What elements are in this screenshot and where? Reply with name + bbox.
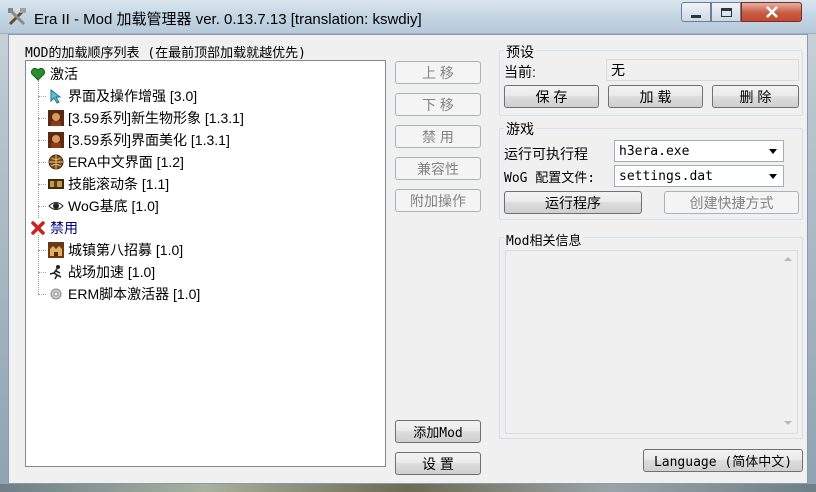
chevron-down-icon xyxy=(769,174,777,179)
tree-item-label: [3.59系列]界面美化 [1.3.1] xyxy=(68,132,230,148)
preset-current-field: 无 xyxy=(606,59,799,81)
running-man-icon xyxy=(49,265,62,280)
creature-portrait-icon xyxy=(48,132,64,148)
mod-tree[interactable]: 激活 界面及操作增强 [3.0] [3.59系列]新生物形象 [1.3.1] [… xyxy=(25,60,386,467)
mod-info-text[interactable] xyxy=(505,250,798,434)
preset-title: 预设 xyxy=(504,42,536,62)
create-shortcut-button[interactable]: 创建快捷方式 xyxy=(664,191,799,214)
minimize-icon xyxy=(691,14,701,18)
tree-item-label: ERA中文界面 [1.2] xyxy=(68,154,184,170)
game-title: 游戏 xyxy=(504,119,536,139)
desktop-background xyxy=(0,484,816,492)
tree-item[interactable]: ERM脚本激活器 [1.0] xyxy=(48,283,200,305)
tree-item-label: ERM脚本激活器 [1.0] xyxy=(68,286,201,302)
creature-portrait-icon xyxy=(48,110,64,126)
tree-item-label: 界面及操作增强 [3.0] xyxy=(68,88,198,104)
tree-item[interactable]: 界面及操作增强 [3.0] xyxy=(48,85,197,107)
tree-item[interactable]: [3.59系列]界面美化 [1.3.1] xyxy=(48,129,230,151)
globe-icon xyxy=(48,154,64,170)
tree-item[interactable]: 战场加速 [1.0] xyxy=(48,261,155,283)
scroll-down-icon[interactable] xyxy=(784,421,792,425)
config-select[interactable]: settings.dat xyxy=(614,165,784,187)
add-mod-button[interactable]: 添加Mod xyxy=(395,420,481,443)
crossed-tools-icon xyxy=(8,8,26,26)
preset-load-button[interactable]: 加 载 xyxy=(608,85,703,108)
language-button[interactable]: Language (简体中文) xyxy=(643,449,803,472)
tree-group-label: 激活 xyxy=(50,66,78,82)
move-up-button[interactable]: 上 移 xyxy=(395,61,481,84)
preset-current-label: 当前: xyxy=(504,64,536,80)
exe-label: 运行可执行程 xyxy=(504,146,588,162)
minimize-button[interactable] xyxy=(681,2,711,22)
gear-icon xyxy=(50,288,62,300)
config-select-value: settings.dat xyxy=(619,168,713,184)
chevron-down-icon xyxy=(769,149,777,154)
settings-button[interactable]: 设 置 xyxy=(395,452,481,475)
tree-item-label: 战场加速 [1.0] xyxy=(68,264,156,280)
info-title: Mod相关信息 xyxy=(504,230,584,249)
disable-button[interactable]: 禁 用 xyxy=(395,125,481,148)
config-label: WoG 配置文件: xyxy=(504,171,596,186)
tree-group-disabled[interactable]: 禁用 xyxy=(30,217,78,239)
eye-icon xyxy=(48,202,64,210)
close-icon xyxy=(765,6,778,18)
window-title: Era II - Mod 加载管理器 ver. 0.13.7.13 [trans… xyxy=(34,11,422,28)
scroll-bar-icon xyxy=(48,179,64,189)
tree-item[interactable]: [3.59系列]新生物形象 [1.3.1] xyxy=(48,107,244,129)
tree-item-label: 技能滚动条 [1.1] xyxy=(68,176,170,192)
compatibility-button[interactable]: 兼容性 xyxy=(395,157,481,180)
maximize-button[interactable] xyxy=(711,2,741,22)
cursor-icon xyxy=(50,88,62,104)
run-button[interactable]: 运行程序 xyxy=(504,191,642,214)
mod-list-header: MOD的加载顺序列表 (在最前顶部加载就越优先) xyxy=(25,46,306,61)
title-bar: Era II - Mod 加载管理器 ver. 0.13.7.13 [trans… xyxy=(0,0,816,34)
red-x-icon xyxy=(31,221,45,235)
maximize-icon xyxy=(720,7,732,17)
exe-select-value: h3era.exe xyxy=(619,143,690,159)
preset-delete-button[interactable]: 删 除 xyxy=(712,85,799,108)
tree-item[interactable]: 城镇第八招募 [1.0] xyxy=(48,239,183,261)
tree-item-label: 城镇第八招募 [1.0] xyxy=(68,242,184,258)
tree-item-label: WoG基底 [1.0] xyxy=(68,198,159,214)
preset-save-button[interactable]: 保 存 xyxy=(504,85,599,108)
close-button[interactable] xyxy=(741,2,802,22)
exe-select[interactable]: h3era.exe xyxy=(614,140,784,162)
scroll-up-icon[interactable] xyxy=(784,257,792,261)
extra-actions-button[interactable]: 附加操作 xyxy=(395,189,481,212)
town-icon xyxy=(48,242,64,258)
tree-item-label: [3.59系列]新生物形象 [1.3.1] xyxy=(68,110,244,126)
tree-item[interactable]: WoG基底 [1.0] xyxy=(48,195,159,217)
tree-item[interactable]: ERA中文界面 [1.2] xyxy=(48,151,184,173)
tree-item[interactable]: 技能滚动条 [1.1] xyxy=(48,173,169,195)
tree-group-label: 禁用 xyxy=(50,220,78,236)
move-down-button[interactable]: 下 移 xyxy=(395,93,481,116)
tree-group-active[interactable]: 激活 xyxy=(30,63,78,85)
green-heart-icon xyxy=(30,67,46,81)
